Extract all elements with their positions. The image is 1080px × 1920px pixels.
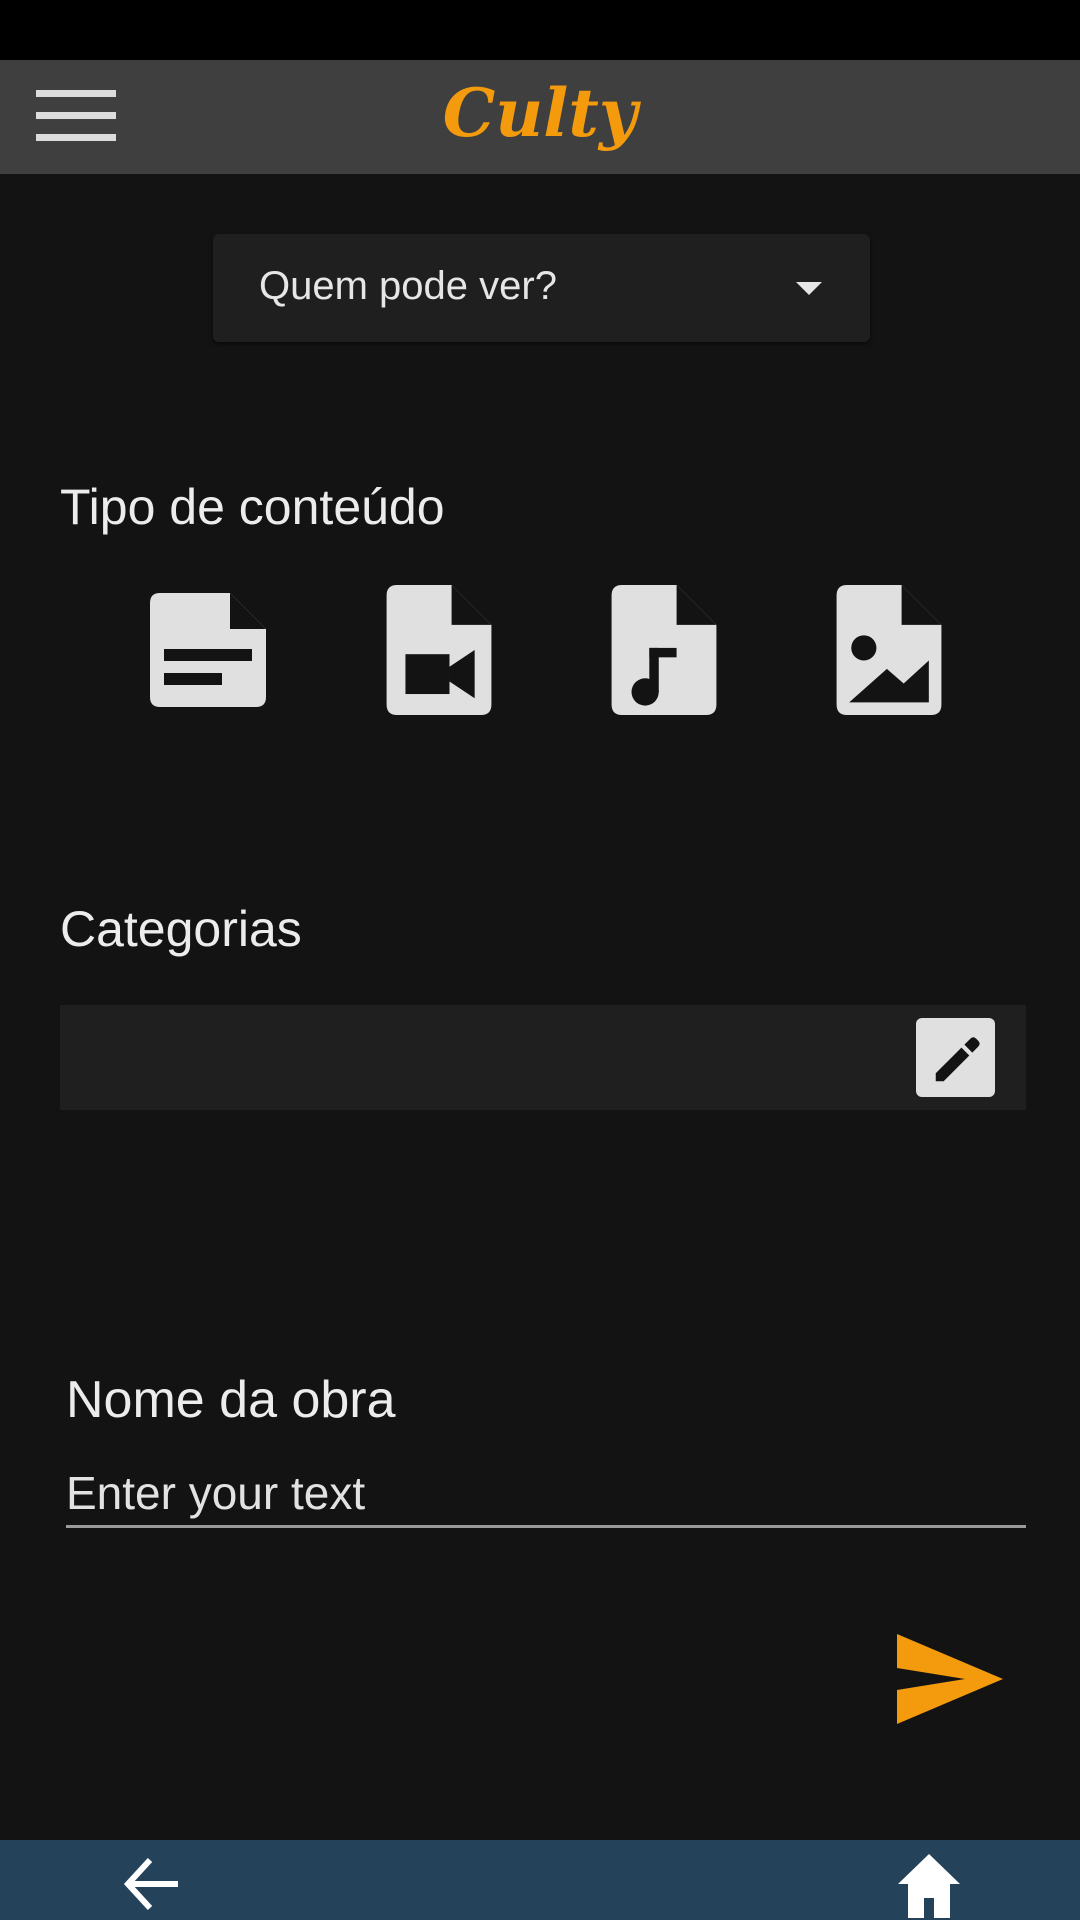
app-bar: Culty (0, 60, 1080, 174)
visibility-dropdown[interactable]: Quem pode ver? (213, 234, 870, 342)
text-document-icon[interactable] (150, 593, 266, 707)
image-file-icon[interactable] (831, 585, 947, 715)
navigation-bar (0, 1840, 1080, 1920)
send-icon[interactable] (895, 1632, 1005, 1727)
audio-file-icon[interactable] (606, 585, 722, 715)
content-type-title: Tipo de conteúdo (60, 479, 445, 535)
app-title: Culty (442, 74, 638, 152)
visibility-dropdown-label: Quem pode ver? (259, 264, 557, 308)
work-name-input[interactable] (66, 1460, 1026, 1528)
home-icon[interactable] (896, 1852, 962, 1920)
video-file-icon[interactable] (381, 585, 497, 715)
status-bar (0, 0, 1080, 60)
pencil-icon[interactable] (916, 1018, 995, 1097)
dropdown-caret-icon (796, 282, 822, 295)
categories-title: Categorias (60, 901, 302, 957)
back-arrow-icon[interactable] (122, 1854, 182, 1914)
categories-field[interactable] (60, 1005, 1026, 1110)
work-name-label: Nome da obra (66, 1371, 396, 1429)
